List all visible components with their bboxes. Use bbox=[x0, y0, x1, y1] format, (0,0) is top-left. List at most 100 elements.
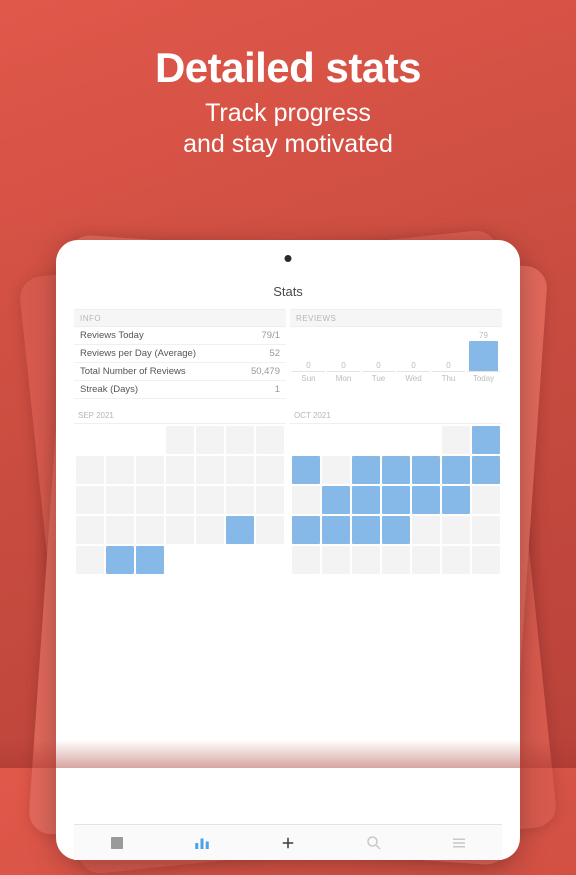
calendar-cell bbox=[106, 426, 134, 454]
bar-baseline bbox=[362, 371, 395, 372]
month-label: OCT 2021 bbox=[290, 407, 502, 424]
calendar-cell bbox=[226, 546, 254, 574]
bar-baseline bbox=[432, 371, 465, 372]
calendar-cell bbox=[472, 426, 500, 454]
bar-value: 0 bbox=[306, 361, 310, 370]
info-label: Total Number of Reviews bbox=[80, 366, 186, 377]
calendar-cell bbox=[412, 486, 440, 514]
reviews-header: REVIEWS bbox=[290, 309, 502, 327]
calendar-cell bbox=[322, 426, 350, 454]
bars-icon bbox=[193, 834, 211, 852]
calendar-cell bbox=[76, 426, 104, 454]
info-value: 52 bbox=[269, 348, 280, 359]
calendar-cell bbox=[352, 546, 380, 574]
calendar-cell bbox=[166, 516, 194, 544]
calendar-cell bbox=[136, 516, 164, 544]
calendar-cell bbox=[472, 486, 500, 514]
calendar-cell bbox=[136, 546, 164, 574]
bar-label: Sun bbox=[301, 374, 315, 383]
bar-value: 0 bbox=[411, 361, 415, 370]
calendar-cell bbox=[442, 486, 470, 514]
bar-fill bbox=[469, 341, 497, 371]
calendar-cell bbox=[136, 456, 164, 484]
calendar-cell bbox=[322, 546, 350, 574]
calendar-cell bbox=[256, 456, 284, 484]
calendar-cell bbox=[412, 456, 440, 484]
calendar-cell bbox=[166, 486, 194, 514]
bar-baseline bbox=[292, 371, 325, 372]
calendar-cell bbox=[226, 426, 254, 454]
calendar-cell bbox=[106, 516, 134, 544]
info-row: Reviews Today79/1 bbox=[74, 327, 286, 345]
app-screen: Stats INFO Reviews Today79/1Reviews per … bbox=[74, 270, 502, 860]
calendar-cell bbox=[472, 516, 500, 544]
bar-slot: 0 Mon bbox=[327, 331, 360, 383]
bar-label: Tue bbox=[372, 374, 386, 383]
calendar-cell bbox=[256, 546, 284, 574]
calendar-cell bbox=[292, 456, 320, 484]
calendar-cell bbox=[442, 426, 470, 454]
calendar-cell bbox=[382, 486, 410, 514]
calendar-cell bbox=[322, 486, 350, 514]
calendar-cell bbox=[322, 456, 350, 484]
calendar-cell bbox=[322, 516, 350, 544]
calendar-cell bbox=[106, 546, 134, 574]
calendar-cell bbox=[226, 456, 254, 484]
bar-slot: 0Thu bbox=[432, 331, 465, 383]
calendar-cell bbox=[76, 516, 104, 544]
calendar-cell bbox=[382, 426, 410, 454]
tab-search[interactable] bbox=[365, 834, 383, 852]
tab-add[interactable] bbox=[279, 834, 297, 852]
reviews-bar-chart: 0Sun0Mon0Tue0Wed0Thu79Today bbox=[290, 327, 502, 385]
calendar-cell bbox=[292, 426, 320, 454]
calendar-cell bbox=[136, 486, 164, 514]
info-value: 79/1 bbox=[262, 330, 281, 341]
month-label: SEP 2021 bbox=[74, 407, 286, 424]
calendar-cell bbox=[106, 456, 134, 484]
bar-value: 0 bbox=[376, 361, 380, 370]
info-panel: INFO Reviews Today79/1Reviews per Day (A… bbox=[74, 309, 286, 399]
page-title: Stats bbox=[74, 270, 502, 309]
info-row: Reviews per Day (Average)52 bbox=[74, 345, 286, 363]
info-row: Total Number of Reviews50,479 bbox=[74, 363, 286, 381]
calendar-cell bbox=[256, 486, 284, 514]
info-header: INFO bbox=[74, 309, 286, 327]
hero-title: Detailed stats bbox=[0, 44, 576, 92]
tab-library[interactable] bbox=[108, 834, 126, 852]
marketing-hero: Detailed stats Track progress and stay m… bbox=[0, 0, 576, 161]
info-value: 1 bbox=[275, 384, 280, 395]
reviews-panel: REVIEWS 0Sun0Mon0Tue0Wed0Thu79Today bbox=[290, 309, 502, 399]
calendar-cell bbox=[196, 546, 224, 574]
calendar-cell bbox=[136, 426, 164, 454]
calendar-cell bbox=[442, 516, 470, 544]
bar-value: 0 bbox=[341, 361, 345, 370]
bar-label: Mon bbox=[336, 374, 352, 383]
calendar-month-oct: OCT 2021 bbox=[290, 407, 502, 576]
bar-slot: 0 Sun bbox=[292, 331, 325, 383]
tab-bar bbox=[74, 824, 502, 860]
info-row: Streak (Days) 1 bbox=[74, 381, 286, 399]
calendar-cell bbox=[442, 456, 470, 484]
calendar-cell bbox=[472, 546, 500, 574]
hero-subtitle: Track progress and stay motivated bbox=[0, 98, 576, 161]
bar-label: Thu bbox=[442, 374, 456, 383]
calendar-cell bbox=[412, 516, 440, 544]
tab-stats[interactable] bbox=[193, 834, 211, 852]
calendar-cell bbox=[226, 516, 254, 544]
calendar-cell bbox=[196, 426, 224, 454]
calendar-cell bbox=[352, 486, 380, 514]
calendar-cell bbox=[382, 546, 410, 574]
calendar-cell bbox=[76, 486, 104, 514]
calendar-cell bbox=[106, 486, 134, 514]
calendar-cell bbox=[442, 546, 470, 574]
info-label: Streak (Days) bbox=[80, 384, 138, 395]
tablet-device: Stats INFO Reviews Today79/1Reviews per … bbox=[56, 240, 520, 860]
bar-slot: 79Today bbox=[467, 331, 500, 383]
bar-baseline bbox=[467, 371, 500, 372]
tab-menu[interactable] bbox=[450, 834, 468, 852]
calendar-cell bbox=[352, 516, 380, 544]
calendar-month-sep: SEP 2021 bbox=[74, 407, 286, 576]
bar-label: Today bbox=[473, 374, 494, 383]
calendar-cell bbox=[196, 486, 224, 514]
calendar-cell bbox=[256, 516, 284, 544]
